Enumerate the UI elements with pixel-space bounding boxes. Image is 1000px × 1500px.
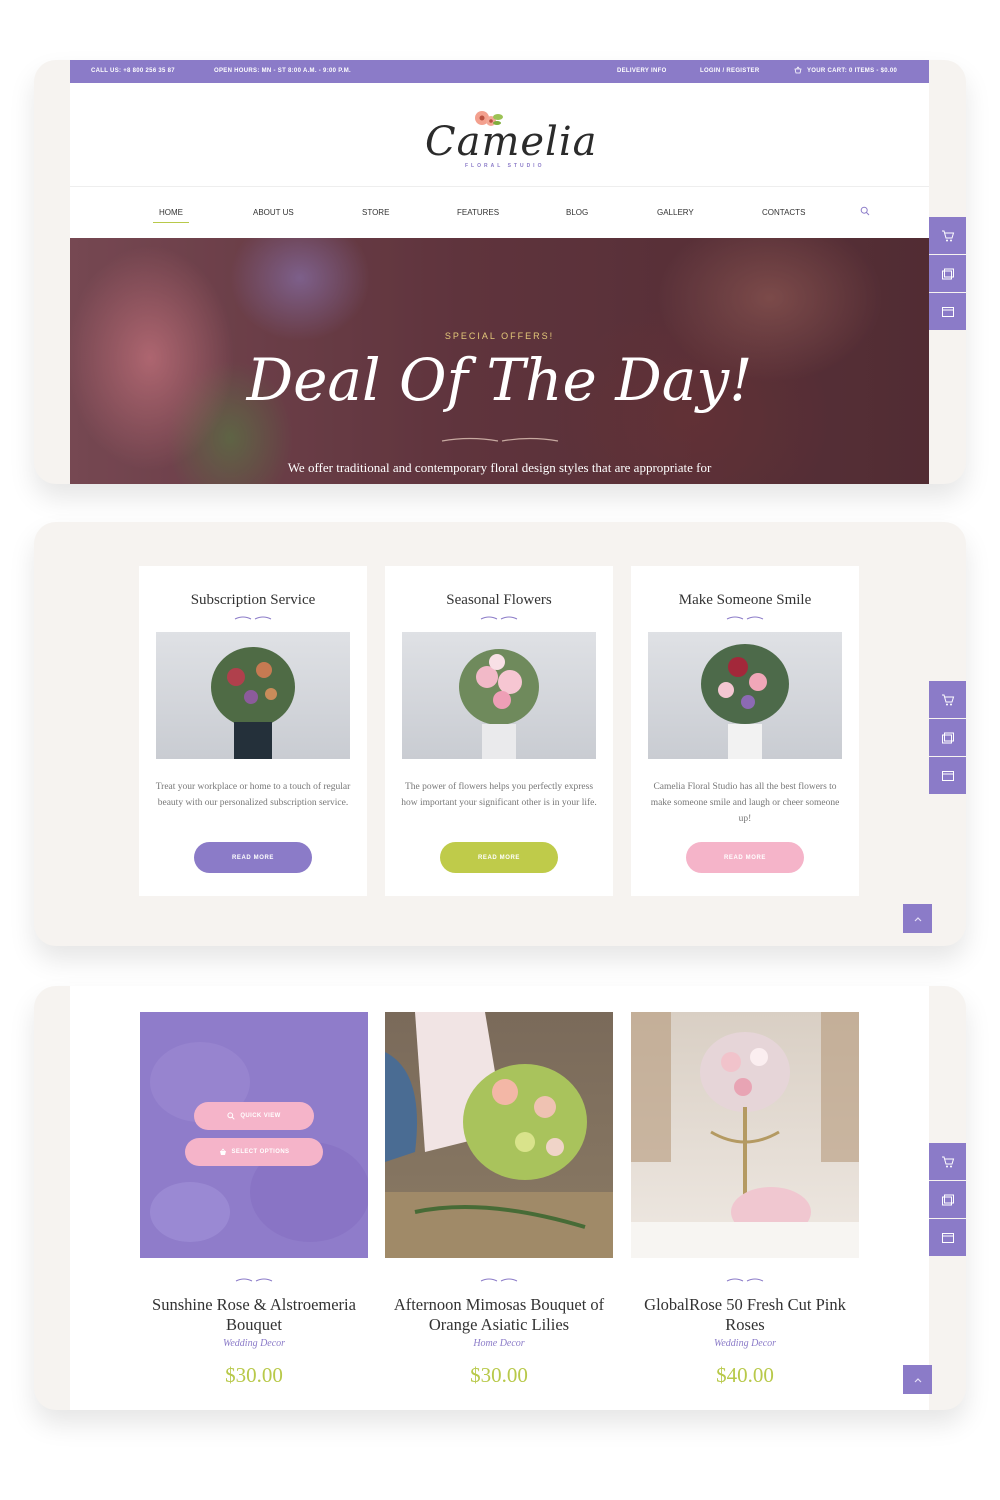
- service-card: Make Someone Smile Camelia Floral Studio…: [631, 566, 859, 896]
- nav-gallery[interactable]: GALLERY: [657, 208, 694, 217]
- side-toolbar: [929, 1143, 966, 1257]
- products-panel: QUICK VIEW SELECT OPTIONS Sunshine Rose …: [34, 986, 966, 1410]
- service-description: The power of flowers helps you perfectly…: [401, 782, 597, 808]
- hero-description: We offer traditional and contemporary fl…: [287, 460, 712, 475]
- products-section: QUICK VIEW SELECT OPTIONS Sunshine Rose …: [70, 986, 929, 1410]
- login-register-link[interactable]: LOGIN / REGISTER: [700, 68, 759, 74]
- call-us-text: CALL US: +8 800 256 35 87: [91, 68, 175, 74]
- side-gallery-button[interactable]: [929, 255, 966, 292]
- gallery-icon: [941, 268, 954, 279]
- product-name[interactable]: GlobalRose 50 Fresh Cut Pink Roses: [631, 1295, 859, 1335]
- service-title: Subscription Service: [190, 592, 316, 608]
- side-window-button[interactable]: [929, 293, 966, 330]
- window-icon: [941, 1232, 954, 1243]
- side-toolbar: [929, 681, 966, 795]
- product-price: $30.00: [225, 1363, 283, 1387]
- side-cart-button[interactable]: [929, 1143, 966, 1180]
- read-more-button[interactable]: READ MORE: [194, 842, 312, 873]
- nav-home[interactable]: HOME: [153, 208, 189, 223]
- header-hero-panel: CALL US: +8 800 256 35 87 OPEN HOURS: MN…: [34, 60, 966, 484]
- top-info-bar: CALL US: +8 800 256 35 87 OPEN HOURS: MN…: [70, 60, 929, 83]
- ornament-divider-icon: [234, 616, 272, 620]
- side-gallery-button[interactable]: [929, 1181, 966, 1218]
- nav-about-us[interactable]: ABOUT US: [253, 208, 294, 217]
- chevron-up-icon: [914, 1377, 921, 1382]
- logo-wordmark: Camelia: [425, 119, 598, 165]
- search-icon: [227, 1112, 235, 1120]
- read-more-button[interactable]: READ MORE: [440, 842, 558, 873]
- service-card: Subscription Service Treat your workplac…: [139, 566, 367, 896]
- gallery-icon: [941, 1194, 954, 1205]
- nav-blog[interactable]: BLOG: [566, 208, 588, 217]
- product-card: GlobalRose 50 Fresh Cut Pink Roses Weddi…: [631, 1012, 859, 1387]
- product-category[interactable]: Wedding Decor: [631, 1338, 859, 1349]
- nav-store[interactable]: STORE: [362, 208, 389, 217]
- cart-summary-link[interactable]: YOUR CART: 0 ITEMS - $0.00: [807, 68, 897, 74]
- chevron-up-icon: [914, 916, 921, 921]
- side-cart-button[interactable]: [929, 681, 966, 718]
- service-image: [156, 632, 350, 759]
- ornament-divider-icon: [480, 1278, 518, 1282]
- hero-title: Deal Of The Day!: [246, 346, 753, 414]
- cart-icon: [941, 1156, 954, 1167]
- logo-tagline: FLORAL STUDIO: [465, 163, 545, 169]
- logo[interactable]: Camelia FLORAL STUDIO: [415, 109, 597, 175]
- nav-contacts[interactable]: CONTACTS: [762, 208, 805, 217]
- service-image: [648, 632, 842, 759]
- main-navigation: HOME ABOUT US STORE FEATURES BLOG GALLER…: [70, 187, 929, 238]
- read-more-button[interactable]: READ MORE: [686, 842, 804, 873]
- side-gallery-button[interactable]: [929, 719, 966, 756]
- side-toolbar: [929, 217, 966, 331]
- quick-view-label: QUICK VIEW: [240, 1113, 281, 1119]
- ornament-divider-icon: [726, 616, 764, 620]
- service-title: Make Someone Smile: [678, 592, 812, 608]
- quick-view-button[interactable]: QUICK VIEW: [194, 1102, 314, 1130]
- select-options-button[interactable]: SELECT OPTIONS: [185, 1138, 323, 1166]
- cart-icon: [941, 694, 954, 705]
- product-name[interactable]: Sunshine Rose & Alstroemeria Bouquet: [140, 1295, 368, 1335]
- cart-icon: [941, 230, 954, 241]
- service-description: Treat your workplace or home to a touch …: [155, 782, 351, 808]
- gallery-icon: [941, 732, 954, 743]
- product-image[interactable]: [631, 1012, 859, 1258]
- service-image: [402, 632, 596, 759]
- window-icon: [941, 770, 954, 781]
- product-image[interactable]: [385, 1012, 613, 1258]
- ornament-divider-icon: [235, 1278, 273, 1282]
- service-card: Seasonal Flowers The power of flowers he…: [385, 566, 613, 896]
- search-icon[interactable]: [860, 206, 870, 216]
- hero-eyebrow: SPECIAL OFFERS!: [444, 331, 555, 341]
- product-image[interactable]: QUICK VIEW SELECT OPTIONS: [140, 1012, 368, 1258]
- side-window-button[interactable]: [929, 757, 966, 794]
- ornament-divider-icon: [726, 1278, 764, 1282]
- scroll-to-top-button[interactable]: [903, 904, 932, 933]
- product-category[interactable]: Wedding Decor: [140, 1338, 368, 1349]
- product-category[interactable]: Home Decor: [385, 1338, 613, 1349]
- product-price: $40.00: [716, 1363, 774, 1387]
- select-options-label: SELECT OPTIONS: [231, 1149, 290, 1155]
- ornament-divider-icon: [480, 616, 518, 620]
- services-panel: Subscription Service Treat your workplac…: [34, 522, 966, 946]
- product-card: QUICK VIEW SELECT OPTIONS Sunshine Rose …: [140, 1012, 368, 1387]
- service-title: Seasonal Flowers: [446, 592, 552, 608]
- delivery-info-link[interactable]: DELIVERY INFO: [617, 68, 667, 74]
- hero-banner: SPECIAL OFFERS! Deal Of The Day! We offe…: [70, 238, 929, 484]
- product-name[interactable]: Afternoon Mimosas Bouquet of Orange Asia…: [385, 1295, 613, 1335]
- service-description: Camelia Floral Studio has all the best f…: [650, 782, 840, 824]
- product-card: Afternoon Mimosas Bouquet of Orange Asia…: [385, 1012, 613, 1387]
- open-hours-text: OPEN HOURS: MN - ST 8:00 A.M. - 9:00 P.M…: [214, 68, 351, 74]
- side-window-button[interactable]: [929, 1219, 966, 1256]
- basket-icon: [219, 1148, 226, 1155]
- nav-features[interactable]: FEATURES: [457, 208, 499, 217]
- scroll-to-top-button[interactable]: [903, 1365, 932, 1394]
- product-price: $30.00: [470, 1363, 528, 1387]
- window-icon: [941, 306, 954, 317]
- ornament-divider-icon: [441, 437, 559, 442]
- basket-icon: [794, 66, 802, 76]
- side-cart-button[interactable]: [929, 217, 966, 254]
- site-header: Camelia FLORAL STUDIO: [70, 83, 929, 187]
